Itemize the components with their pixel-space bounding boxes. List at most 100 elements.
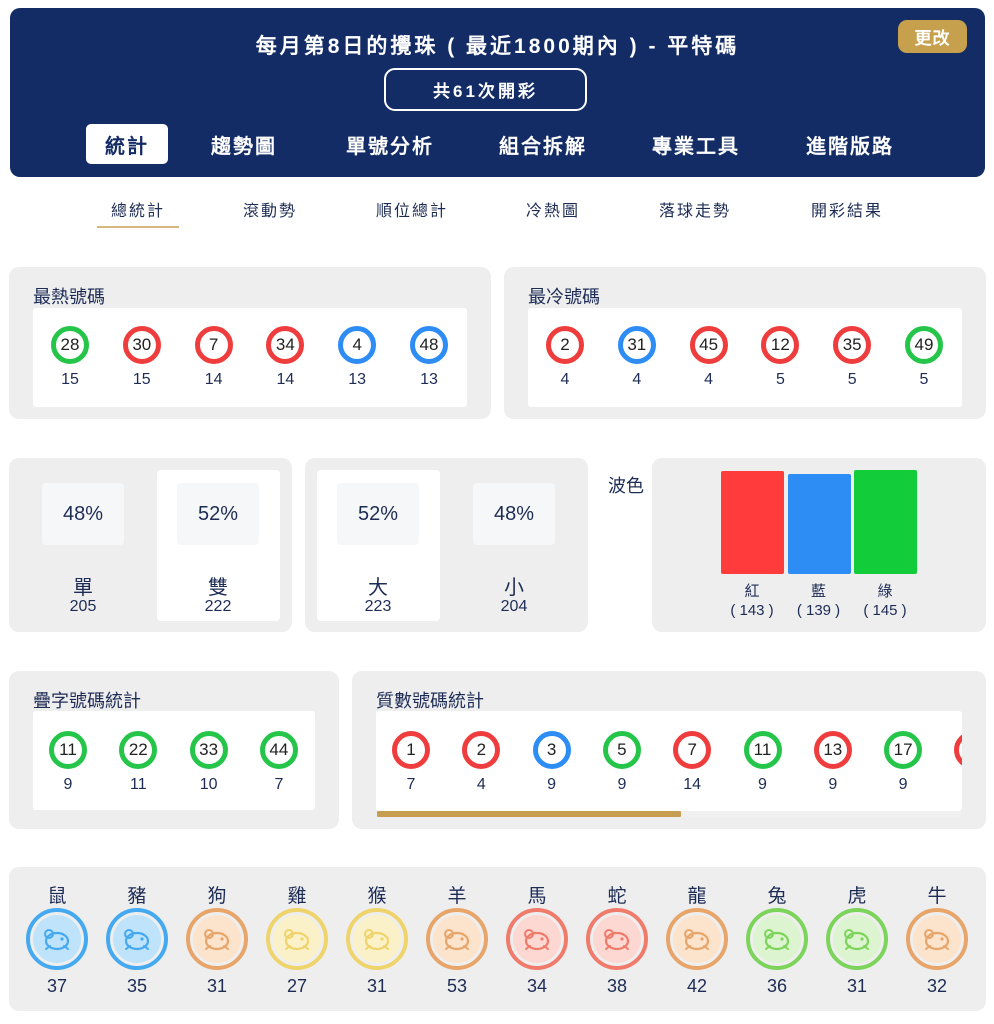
tab-advanced-roads[interactable]: 進階版路 — [790, 124, 910, 164]
ox-icon[interactable] — [906, 908, 968, 970]
wave-bar-count: ( 145 ) — [863, 602, 907, 619]
cold_numbers-ball[interactable]: 45 — [689, 326, 728, 364]
prime_numbers-ball[interactable]: 2 — [462, 731, 501, 769]
dragon-icon[interactable] — [666, 908, 728, 970]
big-stat: 52% 大 223 — [317, 470, 440, 621]
cold_numbers-ball[interactable]: 12 — [761, 326, 800, 364]
prime_numbers-ball[interactable]: 1 — [392, 731, 430, 769]
zodiac-count: 35 — [126, 976, 148, 996]
tab-statistics[interactable]: 統計 — [86, 124, 168, 164]
prime_numbers-count: 14 — [683, 776, 702, 793]
cold_numbers-count: 4 — [632, 371, 642, 388]
cold_numbers-count: 4 — [560, 371, 570, 388]
prime-scroll-thumb[interactable] — [377, 811, 681, 817]
rat-icon[interactable] — [26, 908, 88, 970]
big-count: 223 — [364, 598, 392, 615]
wave-bar-2 — [854, 470, 917, 574]
tab-single-analysis[interactable]: 單號分析 — [330, 124, 450, 164]
subtab-ball-trend[interactable]: 落球走勢 — [645, 192, 745, 226]
main-tabs: 統計 趨勢圖 單號分析 組合拆解 專業工具 進階版路 — [10, 124, 985, 164]
hot_numbers-ball[interactable]: 34 — [266, 326, 305, 364]
prime_numbers-ball[interactable]: 5 — [602, 731, 641, 769]
goat-icon[interactable] — [426, 908, 488, 970]
cold_numbers-count: 5 — [775, 371, 785, 388]
prime-numbers-list[interactable]: 1 7 2 4 3 9 5 9 7 14 11 9 13 9 17 9 — [376, 711, 962, 811]
repeat_numbers-ball[interactable]: 22 — [119, 731, 158, 769]
horse-icon[interactable] — [506, 908, 568, 970]
zodiac-count: 31 — [366, 976, 388, 996]
even-stat: 52% 雙 222 — [157, 470, 280, 621]
repeat_numbers-ball[interactable]: 11 — [49, 731, 87, 769]
hot_numbers-ball[interactable]: 48 — [410, 326, 448, 364]
prime_numbers-count: 9 — [828, 776, 838, 793]
prime-numbers-card: 質數號碼統計 1 7 2 4 3 9 5 9 7 14 11 9 13 9 17 9 — [352, 671, 986, 829]
monkey-icon[interactable] — [346, 908, 408, 970]
prime_numbers-ball[interactable]: 7 — [673, 731, 712, 769]
wave-title: 波色 — [608, 476, 644, 496]
hot_numbers-ball[interactable]: 28 — [51, 326, 89, 364]
zodiac-name: 雞 — [287, 886, 307, 907]
page-title: 每月第8日的攪珠 ( 最近1800期內 ) - 平特碼 — [255, 35, 740, 58]
zodiac-name: 牛 — [927, 886, 947, 907]
hot_numbers-count: 14 — [204, 371, 223, 388]
repeat_numbers-ball[interactable]: 44 — [259, 731, 298, 769]
hot_numbers-count: 13 — [348, 371, 367, 388]
cold_numbers-ball[interactable]: 49 — [905, 326, 943, 364]
hot_numbers-count: 13 — [420, 371, 438, 388]
subtab-heatmap[interactable]: 冷熱圖 — [512, 192, 594, 226]
hot_numbers-count: 14 — [276, 371, 295, 388]
odd-label: 單 — [73, 577, 93, 599]
cold-numbers-title: 最冷號碼 — [528, 287, 600, 307]
tab-pro-tools[interactable]: 專業工具 — [636, 124, 756, 164]
cold-numbers-list: 2 4 31 4 45 4 12 5 35 5 49 5 — [528, 308, 962, 407]
subtab-position[interactable]: 順位總計 — [362, 192, 462, 226]
prime_numbers-ball[interactable]: 17 — [884, 731, 923, 769]
odd-count: 205 — [69, 598, 97, 615]
prime_numbers-count: 9 — [617, 776, 627, 793]
subtab-results[interactable]: 開彩結果 — [797, 192, 897, 226]
small-label: 小 — [504, 577, 524, 599]
zodiac-count: 42 — [686, 976, 708, 996]
repeat_numbers-ball[interactable]: 33 — [189, 731, 228, 769]
prime_numbers-ball[interactable]: 13 — [813, 731, 852, 769]
snake-icon[interactable] — [586, 908, 648, 970]
prime-numbers-title: 質數號碼統計 — [376, 691, 484, 711]
tab-trend-chart[interactable]: 趨勢圖 — [194, 124, 294, 164]
hot-numbers-list: 28 15 30 15 7 14 34 14 4 13 48 13 — [33, 308, 467, 407]
wave-card: 紅( 143 ) 藍( 139 ) 綠( 145 ) — [652, 458, 986, 632]
repeat_numbers-count: 11 — [129, 776, 147, 793]
zodiac-name: 羊 — [447, 886, 467, 907]
zodiac-card: 鼠 37 豬 35 狗 31 雞 27 猴 31 羊 53 馬 34 蛇 38 龍 42 兔 36 虎 31 牛 32 — [9, 867, 986, 1011]
hot_numbers-ball[interactable]: 30 — [122, 326, 161, 364]
zodiac-name: 虎 — [847, 886, 867, 907]
cold_numbers-ball[interactable]: 31 — [617, 326, 656, 364]
subtab-overall[interactable]: 總統計 — [97, 192, 179, 226]
hot_numbers-ball[interactable]: 7 — [194, 326, 233, 364]
subtab-rolling[interactable]: 滾動勢 — [229, 192, 311, 226]
prime_numbers-count: 9 — [898, 776, 908, 793]
rabbit-icon[interactable] — [746, 908, 808, 970]
prime_numbers-ball[interactable]: 11 — [743, 731, 782, 769]
zodiac-name: 蛇 — [607, 886, 627, 907]
pig-icon[interactable] — [106, 908, 168, 970]
tab-combination[interactable]: 組合拆解 — [483, 124, 603, 164]
prime_numbers-ball-clipped[interactable] — [954, 731, 962, 769]
cold-numbers-card: 最冷號碼 2 4 31 4 45 4 12 5 35 5 49 5 — [504, 267, 986, 419]
repeat_numbers-count: 9 — [63, 776, 73, 793]
repeat_numbers-count: 7 — [274, 776, 284, 793]
hot_numbers-ball[interactable]: 4 — [338, 326, 377, 364]
zodiac-count: 32 — [926, 976, 948, 996]
cold_numbers-ball[interactable]: 35 — [833, 326, 872, 364]
repeat-numbers-list: 11 9 22 11 33 10 44 7 — [33, 711, 315, 810]
wave-bar-label: 綠 — [877, 583, 893, 600]
cold_numbers-ball[interactable]: 2 — [546, 326, 584, 364]
change-button[interactable]: 更改 — [898, 20, 967, 53]
dog-icon[interactable] — [186, 908, 248, 970]
tiger-icon[interactable] — [826, 908, 888, 970]
prime_numbers-ball[interactable]: 3 — [532, 731, 571, 769]
odd-percent: 48% — [42, 483, 124, 545]
hot-numbers-title: 最熱號碼 — [33, 287, 105, 307]
header-panel: 每月第8日的攪珠 ( 最近1800期內 ) - 平特碼 更改 共61次開彩 統計… — [10, 8, 985, 177]
rooster-icon[interactable] — [266, 908, 328, 970]
repeat-numbers-card: 疊字號碼統計 11 9 22 11 33 10 44 7 — [9, 671, 339, 829]
